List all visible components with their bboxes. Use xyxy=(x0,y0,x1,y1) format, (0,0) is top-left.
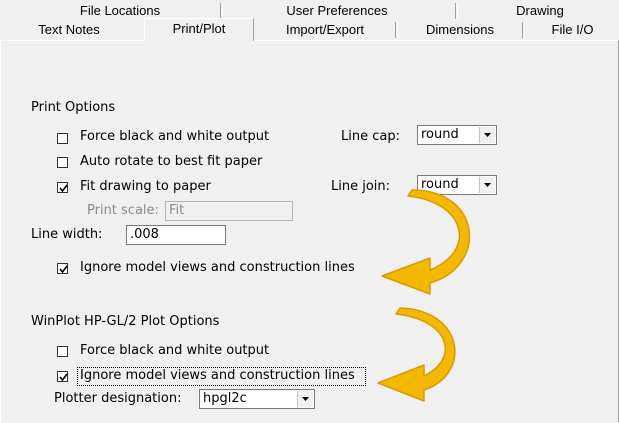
tab-dimensions[interactable]: Dimensions xyxy=(405,20,515,39)
winplot-ignore-model-views-label: Ignore model views and construction line… xyxy=(80,368,355,383)
winplot-force-bw-checkbox[interactable] xyxy=(57,346,68,357)
tab-import-export[interactable]: Import/Export xyxy=(266,20,384,39)
tab-drawing[interactable]: Drawing xyxy=(500,1,580,20)
fit-drawing-checkbox[interactable] xyxy=(57,182,68,193)
tab-separator xyxy=(395,22,398,38)
print-scale-field[interactable]: Fit xyxy=(165,201,293,221)
tab-text-notes[interactable]: Text Notes xyxy=(14,20,124,39)
curved-arrow-icon xyxy=(377,307,456,402)
print-scale-label: Print scale: xyxy=(87,203,159,218)
chevron-down-icon[interactable] xyxy=(479,127,495,143)
winplot-ignore-model-views-checkbox[interactable] xyxy=(57,371,68,382)
tab-print-plot[interactable]: Print/Plot xyxy=(144,18,254,41)
checkmark-icon xyxy=(59,184,68,193)
fit-drawing-label: Fit drawing to paper xyxy=(80,179,211,194)
chevron-down-icon[interactable] xyxy=(297,391,313,407)
force-bw-label: Force black and white output xyxy=(80,129,270,144)
curved-arrow-icon xyxy=(381,189,471,295)
force-bw-checkbox[interactable] xyxy=(57,133,68,144)
line-width-field[interactable]: .008 xyxy=(126,225,226,245)
line-cap-label: Line cap: xyxy=(341,129,400,144)
plotter-designation-value: hpgl2c xyxy=(203,391,247,406)
line-cap-value: round xyxy=(421,127,459,142)
line-cap-select[interactable]: round xyxy=(417,125,497,145)
winplot-options-title: WinPlot HP-GL/2 Plot Options xyxy=(31,314,220,329)
tab-file-io[interactable]: File I/O xyxy=(530,20,615,39)
winplot-force-bw-label: Force black and white output xyxy=(80,343,270,358)
auto-rotate-checkbox[interactable] xyxy=(57,157,68,168)
tab-row-front: Text Notes Print/Plot Import/Export Dime… xyxy=(0,18,619,41)
tab-separator xyxy=(522,22,525,38)
ignore-model-views-checkbox[interactable] xyxy=(57,263,68,274)
checkmark-icon xyxy=(59,373,68,382)
ignore-model-views-label: Ignore model views and construction line… xyxy=(80,260,355,275)
tab-separator xyxy=(455,3,458,19)
tab-separator xyxy=(220,3,223,19)
plotter-designation-select[interactable]: hpgl2c xyxy=(199,389,315,409)
checkmark-icon xyxy=(59,265,68,274)
auto-rotate-label: Auto rotate to best fit paper xyxy=(80,154,263,169)
line-width-label: Line width: xyxy=(31,227,103,242)
chevron-down-icon[interactable] xyxy=(479,177,495,193)
options-dialog: File Locations User Preferences Drawing … xyxy=(0,0,619,423)
tab-row-back: File Locations User Preferences Drawing xyxy=(0,1,619,20)
plotter-designation-label: Plotter designation: xyxy=(54,391,182,406)
tab-user-preferences[interactable]: User Preferences xyxy=(262,1,412,20)
print-options-title: Print Options xyxy=(31,100,116,115)
print-plot-panel: Print Options Force black and white outp… xyxy=(0,40,619,422)
